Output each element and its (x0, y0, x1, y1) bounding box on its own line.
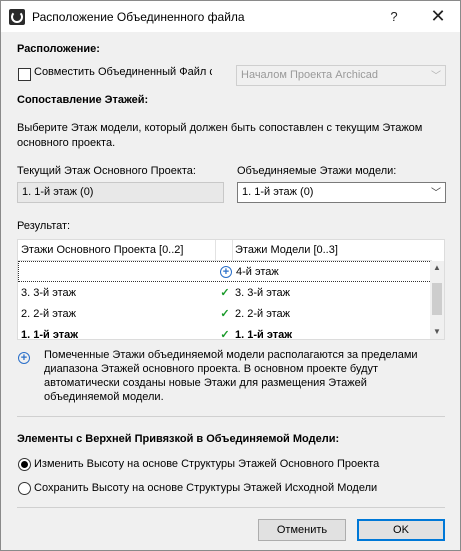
table-row[interactable]: 3. 3-й этаж ✓ 3. 3-й этаж (18, 283, 432, 304)
plus-circle-icon: + (18, 352, 30, 364)
ok-button[interactable]: OK (357, 519, 445, 541)
checkmark-icon: ✓ (220, 287, 230, 299)
archicad-app-icon (9, 9, 25, 25)
table-row[interactable]: 1. 1-й этаж ✓ 1. 1-й этаж (18, 325, 432, 340)
checkmark-icon: ✓ (220, 308, 230, 320)
new-stories-note: Помеченные Этажи объединяемой модели рас… (44, 348, 418, 404)
keep-height-radio[interactable] (18, 482, 31, 495)
note-line: Помеченные Этажи объединяемой модели рас… (44, 349, 418, 361)
result-table: Этажи Основного Проекта [0..2] Этажи Мод… (17, 239, 445, 340)
placement-heading: Расположение: (17, 43, 100, 55)
align-target-value: Началом Проекта Archicad (241, 69, 379, 81)
merge-placement-dialog: Расположение Объединенного файла ? ✕ Рас… (0, 0, 461, 551)
merged-story-combo[interactable]: 1. 1-й этаж (0) ﹀ (237, 182, 446, 203)
chevron-down-icon: ﹀ (431, 71, 441, 82)
note-line: автоматически созданы новые Этажи для ра… (44, 377, 367, 389)
host-story-cell: 1. 1-й этаж (21, 329, 79, 340)
model-story-cell: 2. 2-й этаж (235, 308, 290, 320)
story-instruction-line1: Выберите Этаж модели, который должен быт… (17, 122, 423, 134)
note-line: объединяемой модели. (44, 391, 164, 403)
note-line: диапазона Этажей основного проекта. В ос… (44, 363, 379, 375)
help-button[interactable]: ? (374, 1, 414, 32)
cancel-button[interactable]: Отменить (258, 519, 346, 541)
scroll-down-icon[interactable]: ▼ (430, 327, 444, 336)
plus-glyph: + (220, 266, 232, 278)
host-story-cell: 3. 3-й этаж (21, 287, 76, 299)
model-story-cell: 4-й этаж (236, 266, 279, 278)
story-matching-heading: Сопоставление Этажей: (17, 94, 149, 106)
table-row[interactable]: + 4-й этаж (18, 261, 432, 282)
scroll-up-icon[interactable]: ▲ (430, 263, 444, 272)
table-scrollbar[interactable]: ▲ ▼ (430, 261, 444, 339)
close-button[interactable]: ✕ (418, 1, 458, 32)
keep-height-label: Сохранить Высоту на основе Структуры Эта… (34, 482, 378, 494)
merged-story-value: 1. 1-й этаж (0) (242, 186, 314, 198)
model-story-cell: 3. 3-й этаж (235, 287, 290, 299)
host-story-cell: 2. 2-й этаж (21, 308, 76, 320)
current-story-label: Текущий Этаж Основного Проекта: (17, 165, 196, 177)
column-header-mark (215, 240, 232, 261)
align-checkbox-label: Совместить Объединенный Файл с (34, 66, 212, 78)
section-divider (17, 507, 445, 508)
story-instruction-line2: основного проекта. (17, 137, 116, 149)
top-linked-heading: Элементы с Верхней Привязкой в Объединяе… (17, 433, 340, 445)
align-checkbox[interactable] (18, 68, 31, 81)
table-row[interactable]: 2. 2-й этаж ✓ 2. 2-й этаж (18, 304, 432, 325)
align-target-combo: Началом Проекта Archicad ﹀ (236, 65, 446, 86)
section-divider (17, 416, 445, 417)
title-bar: Расположение Объединенного файла ? ✕ (1, 1, 460, 32)
column-header-host[interactable]: Этажи Основного Проекта [0..2] (18, 240, 215, 261)
merged-story-label: Объединяемые Этажи модели: (237, 165, 397, 177)
result-label: Результат: (17, 220, 71, 232)
plus-circle-icon: + (219, 262, 233, 283)
model-story-cell: 1. 1-й этаж (235, 329, 293, 340)
adjust-height-radio[interactable] (18, 458, 31, 471)
column-header-model[interactable]: Этажи Модели [0..3] (232, 240, 432, 261)
checkmark-icon: ✓ (220, 329, 230, 340)
current-story-field: 1. 1-й этаж (0) (17, 182, 224, 203)
chevron-down-icon: ﹀ (431, 188, 441, 199)
plus-glyph: + (18, 352, 30, 364)
window-title: Расположение Объединенного файла (32, 10, 245, 24)
adjust-height-label: Изменить Высоту на основе Структуры Этаж… (34, 458, 380, 470)
scroll-thumb[interactable] (432, 283, 442, 315)
